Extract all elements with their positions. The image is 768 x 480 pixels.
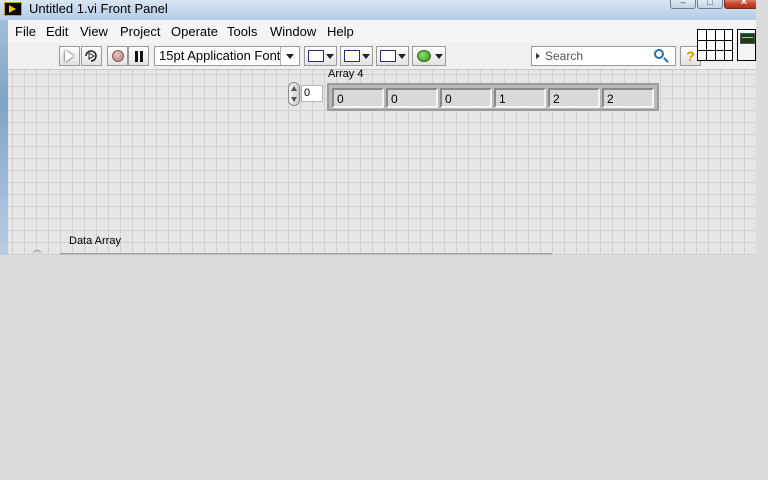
menu-bar: File Edit View Project Operate Tools Win… xyxy=(8,20,756,44)
array4-element[interactable]: 0 xyxy=(332,88,384,108)
vi-icon[interactable] xyxy=(737,29,756,61)
font-dropdown[interactable]: 15pt Application Font xyxy=(154,46,300,66)
array4-element[interactable]: 1 xyxy=(494,88,546,108)
menu-view[interactable]: View xyxy=(80,24,108,39)
chevron-down-icon xyxy=(325,47,335,65)
run-continuously-icon xyxy=(85,50,97,62)
search-box xyxy=(531,46,676,66)
pause-button[interactable] xyxy=(128,46,149,66)
menu-help[interactable]: Help xyxy=(327,24,354,39)
labview-app-icon xyxy=(4,2,22,16)
array4-index-control: 0 xyxy=(288,82,328,106)
array4-label: Array 4 xyxy=(328,68,364,80)
index-spinner-icon[interactable] xyxy=(288,82,300,106)
menu-project[interactable]: Project xyxy=(120,24,160,39)
menu-edit[interactable]: Edit xyxy=(46,24,68,39)
data-array-label: Data Array xyxy=(69,235,121,247)
minimize-button[interactable]: – xyxy=(670,0,696,9)
array4-element[interactable]: 2 xyxy=(602,88,654,108)
run-continuously-button[interactable] xyxy=(81,46,102,66)
reorder-button[interactable] xyxy=(412,46,446,66)
distribute-objects-button[interactable] xyxy=(340,46,373,66)
menu-operate[interactable]: Operate xyxy=(171,24,218,39)
array4-element[interactable]: 2 xyxy=(548,88,600,108)
desktop-edge xyxy=(0,0,8,255)
menu-tools[interactable]: Tools xyxy=(227,24,257,39)
toolbar: 15pt Application Font ? xyxy=(8,43,756,69)
array4-index-value[interactable]: 0 xyxy=(301,85,323,102)
chevron-down-icon xyxy=(434,47,444,65)
title-bar[interactable]: Untitled 1.vi Front Panel – □ × xyxy=(0,0,756,20)
data-array-indicator[interactable] xyxy=(60,253,552,255)
search-input[interactable] xyxy=(543,48,655,64)
pause-icon xyxy=(135,51,143,62)
align-objects-button[interactable] xyxy=(304,46,337,66)
resize-objects-icon xyxy=(380,50,396,62)
run-button[interactable] xyxy=(59,46,80,66)
search-options-icon[interactable] xyxy=(536,53,540,59)
array4-indicator: 0 0 0 1 2 2 xyxy=(327,83,659,111)
array4-element[interactable]: 0 xyxy=(386,88,438,108)
array4-element[interactable]: 0 xyxy=(440,88,492,108)
search-icon[interactable] xyxy=(654,49,664,59)
menu-file[interactable]: File xyxy=(15,24,36,39)
maximize-button[interactable]: □ xyxy=(697,0,723,9)
close-button[interactable]: × xyxy=(724,0,756,9)
align-objects-icon xyxy=(308,50,324,62)
chevron-down-icon xyxy=(397,47,407,65)
front-panel-canvas[interactable]: Array 4 0 0 0 0 1 2 2 Data Array xyxy=(8,68,756,255)
resize-objects-button[interactable] xyxy=(376,46,409,66)
window-title: Untitled 1.vi Front Panel xyxy=(29,1,168,16)
font-dropdown-value: 15pt Application Font xyxy=(159,48,281,63)
front-panel-window: Untitled 1.vi Front Panel – □ × File Edi… xyxy=(0,0,756,255)
run-arrow-icon xyxy=(65,50,74,62)
abort-button[interactable] xyxy=(107,46,128,66)
chevron-down-icon xyxy=(280,47,299,65)
menu-window[interactable]: Window xyxy=(270,24,316,39)
data-array-index-control[interactable] xyxy=(32,250,42,255)
connector-pane-icon[interactable] xyxy=(697,29,733,61)
abort-icon xyxy=(112,50,124,62)
reorder-icon xyxy=(417,50,431,62)
chevron-down-icon xyxy=(361,47,371,65)
distribute-objects-icon xyxy=(344,50,360,62)
